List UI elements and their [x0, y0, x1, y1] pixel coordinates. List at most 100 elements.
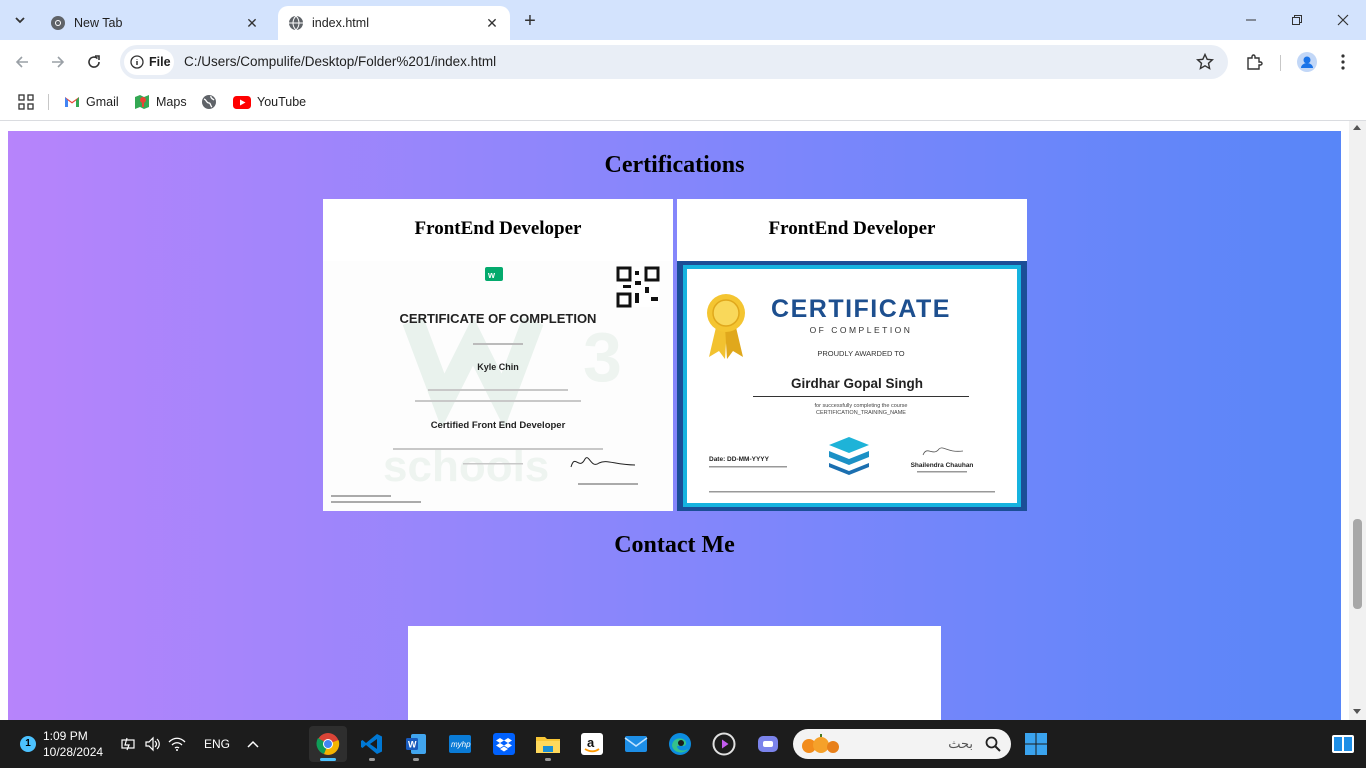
certificate-heading: CERTIFICATE OF COMPLETION: [400, 311, 597, 326]
taskbar-file-explorer[interactable]: [529, 726, 567, 762]
certificate-course: Certified Front End Developer: [431, 420, 566, 431]
myhp-icon: myhp: [449, 735, 471, 753]
browser-toolbar: File C:/Users/Compulife/Desktop/Folder%2…: [0, 40, 1366, 84]
close-tab-icon[interactable]: ✕: [482, 13, 502, 33]
apps-grid-icon: [18, 94, 34, 110]
kebab-menu-icon: [1341, 54, 1345, 70]
certificate-signer: Shailendra Chauhan: [911, 462, 974, 469]
taskbar-myhp[interactable]: myhp: [441, 726, 479, 762]
taskbar-dropbox[interactable]: [485, 726, 523, 762]
contact-form-box[interactable]: [408, 626, 941, 720]
reload-button[interactable]: [80, 48, 108, 76]
apps-button[interactable]: [18, 92, 40, 112]
address-bar[interactable]: File C:/Users/Compulife/Desktop/Folder%2…: [120, 45, 1228, 79]
bookmark-star-icon[interactable]: [1196, 53, 1214, 71]
file-explorer-icon: [536, 737, 560, 753]
svg-text:W: W: [408, 740, 417, 750]
scroll-up-arrow-icon[interactable]: [1353, 125, 1361, 130]
forward-button[interactable]: [44, 48, 72, 76]
svg-text:myhp: myhp: [451, 740, 471, 749]
taskbar-edge[interactable]: [661, 726, 699, 762]
site-info-chip[interactable]: File: [124, 49, 174, 75]
new-tab-button[interactable]: +: [518, 9, 542, 33]
arrow-right-icon: [52, 56, 65, 68]
media-player-icon: [712, 732, 736, 756]
taskbar-word[interactable]: W: [397, 726, 435, 762]
vscode-icon: [361, 734, 382, 754]
restore-icon: [1292, 15, 1302, 25]
language-indicator[interactable]: ENG: [204, 737, 230, 751]
reload-icon: [88, 55, 100, 68]
close-window-button[interactable]: [1320, 4, 1366, 36]
chevron-down-icon: [15, 17, 25, 24]
wifi-icon: [168, 737, 186, 751]
menu-button[interactable]: [1329, 48, 1357, 76]
notification-badge[interactable]: 1: [20, 736, 36, 752]
certificate-course-line1: for successfully completing the course: [815, 403, 908, 409]
tab-label: index.html: [312, 16, 369, 30]
taskbar-amazon[interactable]: a: [573, 726, 611, 762]
close-tab-icon[interactable]: ✕: [242, 13, 262, 33]
bookmark-youtube[interactable]: YouTube: [233, 92, 306, 112]
arrow-left-icon: [15, 56, 28, 68]
bookmark-label: YouTube: [257, 95, 307, 109]
page-scrollbar[interactable]: [1349, 121, 1366, 720]
tab-index-html[interactable]: index.html ✕: [278, 6, 510, 40]
profile-button[interactable]: [1293, 48, 1321, 76]
tab-search-button[interactable]: [6, 7, 34, 33]
search-placeholder: بحث: [948, 736, 973, 751]
globe-icon: [202, 95, 216, 109]
portfolio-page: Certifications FrontEnd Developer 3 scho…: [8, 131, 1341, 720]
start-button[interactable]: [1017, 726, 1055, 762]
chevron-up-icon: [247, 740, 259, 748]
url-text[interactable]: C:/Users/Compulife/Desktop/Folder%201/in…: [184, 54, 496, 69]
bookmark-gmail[interactable]: Gmail: [64, 92, 119, 112]
svg-text:3: 3: [583, 318, 622, 396]
scroll-down-arrow-icon[interactable]: [1353, 709, 1361, 714]
windows-logo-icon: [1025, 733, 1047, 755]
scheme-label: File: [149, 55, 171, 69]
youtube-icon: [233, 95, 251, 109]
minimize-button[interactable]: [1228, 4, 1274, 36]
info-icon: [130, 55, 144, 69]
back-button[interactable]: [8, 48, 36, 76]
page-viewport: Certifications FrontEnd Developer 3 scho…: [0, 121, 1366, 720]
windows-taskbar: 1 1:09 PM 10/28/2024 ENG W myhp a بحث: [0, 720, 1366, 768]
running-indicator: [369, 758, 375, 761]
certificate-subheading: OF COMPLETION: [810, 325, 913, 335]
svg-text:a: a: [587, 735, 595, 750]
show-desktop-button[interactable]: [1324, 726, 1362, 762]
w3schools-certificate-image: 3 schools w CERTIFICATE OF COMPLETION Ky…: [323, 261, 673, 511]
system-clock[interactable]: 1:09 PM 10/28/2024: [43, 728, 103, 760]
volume-icon: [145, 736, 160, 752]
contact-heading: Contact Me: [614, 532, 735, 558]
taskbar-chrome[interactable]: [309, 726, 347, 762]
bookmark-maps[interactable]: Maps: [134, 92, 187, 112]
svg-text:w: w: [487, 270, 496, 280]
bookmark-label: Gmail: [86, 95, 119, 109]
scrollbar-thumb[interactable]: [1353, 519, 1362, 609]
show-hidden-icons-button[interactable]: [246, 734, 260, 754]
tab-new-tab[interactable]: New Tab ✕: [40, 6, 270, 40]
globe-icon: [289, 15, 303, 31]
taskbar-teams[interactable]: [749, 726, 787, 762]
bookmark-globe[interactable]: [201, 92, 223, 112]
clock-time: 1:09 PM: [43, 729, 88, 743]
taskbar-search-box[interactable]: بحث: [793, 729, 1011, 759]
certifications-heading: Certifications: [604, 152, 745, 178]
extensions-button[interactable]: [1240, 48, 1268, 76]
taskbar-vscode[interactable]: [353, 726, 391, 762]
word-icon: W: [406, 734, 426, 754]
dropbox-icon: [493, 733, 515, 755]
restore-button[interactable]: [1274, 4, 1320, 36]
search-icon: [985, 736, 1001, 752]
taskbar-mail[interactable]: [617, 726, 655, 762]
mail-icon: [624, 736, 648, 752]
running-indicator: [320, 758, 336, 761]
certificate-name: Girdhar Gopal Singh: [791, 376, 923, 391]
certification-card: FrontEnd Developer CERTIFICATE OF COMPLE…: [677, 199, 1027, 511]
taskbar-media-player[interactable]: [705, 726, 743, 762]
tray-icons[interactable]: [120, 734, 186, 754]
certificate-heading: CERTIFICATE: [771, 295, 951, 323]
toolbar-separator: [1280, 55, 1281, 71]
